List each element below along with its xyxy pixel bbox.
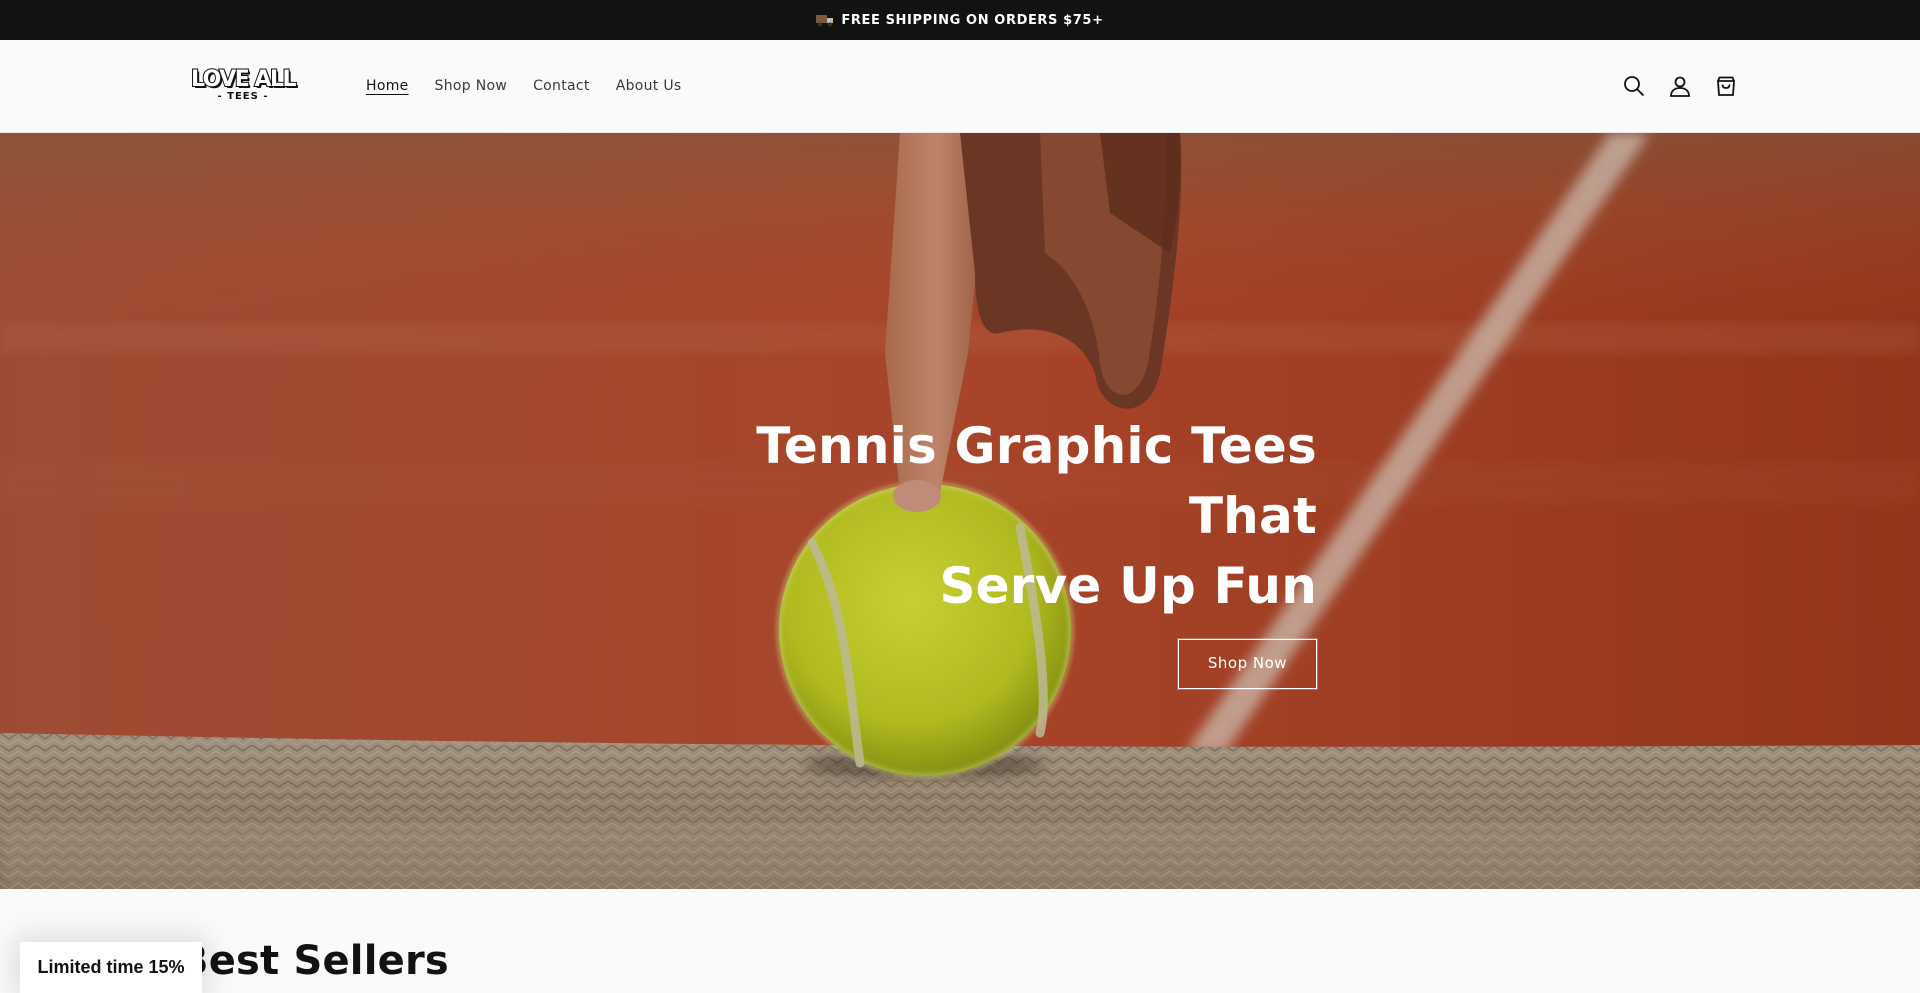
announcement-text: FREE SHIPPING ON ORDERS $75+ [841, 12, 1104, 28]
cart-icon [1717, 76, 1735, 96]
search-button[interactable] [1618, 70, 1650, 102]
cart-button[interactable] [1710, 70, 1742, 102]
logo-title: LOVE ALL [190, 66, 298, 92]
section-title: Best Sellers [178, 938, 449, 984]
nav-link-home[interactable]: Home [353, 72, 422, 100]
hero-content: Tennis Graphic Tees That Serve Up Fun Sh… [677, 411, 1317, 689]
hero-title: Tennis Graphic Tees That Serve Up Fun [677, 411, 1317, 621]
promo-popup-tab[interactable]: Limited time 15% [20, 942, 202, 993]
truck-icon [816, 13, 834, 27]
hero-banner: Tennis Graphic Tees That Serve Up Fun Sh… [0, 133, 1920, 889]
account-button[interactable] [1664, 70, 1696, 102]
announcement-bar: FREE SHIPPING ON ORDERS $75+ [0, 0, 1920, 40]
nav-link-shop-now[interactable]: Shop Now [422, 72, 521, 100]
hero-title-line2: Serve Up Fun [939, 557, 1317, 615]
logo-subtitle: - TEES - [217, 90, 269, 102]
header-icons [1618, 70, 1742, 102]
hero-title-line1: Tennis Graphic Tees That [756, 417, 1317, 545]
search-icon [1624, 76, 1645, 97]
nav-link-about-us[interactable]: About Us [603, 72, 695, 100]
site-header: LOVE ALL - TEES - Home Shop Now Contact … [0, 40, 1920, 133]
main-nav: Home Shop Now Contact About Us [353, 72, 694, 100]
account-icon [1670, 76, 1690, 97]
nav-link-contact[interactable]: Contact [520, 72, 603, 100]
best-sellers-section: Best Sellers [0, 889, 1920, 993]
site-logo[interactable]: LOVE ALL - TEES - [178, 66, 308, 104]
hero-shop-now-button[interactable]: Shop Now [1178, 639, 1317, 689]
